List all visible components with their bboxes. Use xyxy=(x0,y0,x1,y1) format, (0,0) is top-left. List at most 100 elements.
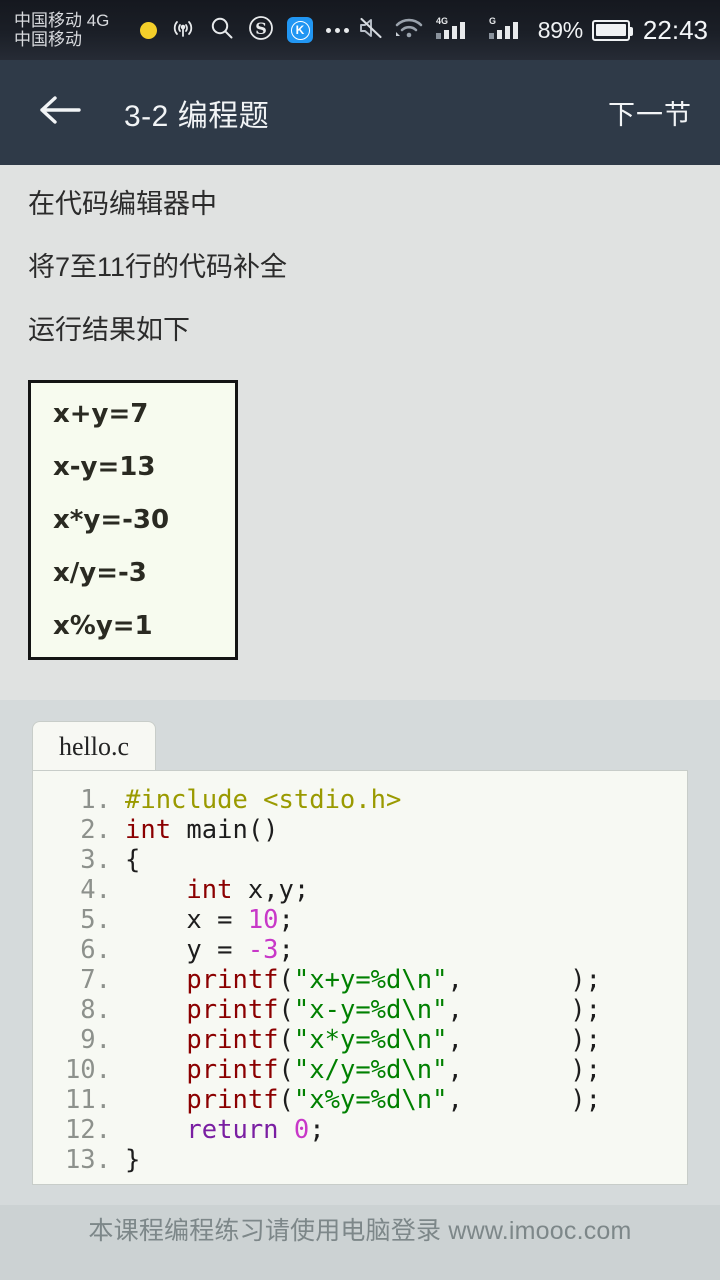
instruction-line-2: 将7至11行的代码补全 xyxy=(28,252,288,282)
code-token: #include <stdio.h> xyxy=(125,785,402,815)
code-text: return 0; xyxy=(125,1115,687,1145)
code-text: x = 10; xyxy=(125,905,687,935)
code-token: return xyxy=(186,1115,279,1145)
wifi-broadcast-icon xyxy=(170,16,196,45)
svg-text:4G: 4G xyxy=(436,16,448,26)
line-number: 8. xyxy=(80,995,111,1025)
page-title: 3-2 编程题 xyxy=(124,99,270,133)
code-token: ; xyxy=(309,1115,325,1145)
code-line[interactable]: 13.} xyxy=(33,1145,687,1175)
code-token: int xyxy=(125,815,172,845)
output-line: x%y=1 xyxy=(53,611,153,641)
line-number: 7. xyxy=(80,965,111,995)
k-app-label: K xyxy=(290,20,310,40)
code-line[interactable]: 9. printf("x*y=%d\n", ); xyxy=(33,1025,687,1055)
code-token: printf xyxy=(186,1025,279,1055)
code-token: , ); xyxy=(447,1055,601,1085)
code-text: printf("x%y=%d\n", ); xyxy=(125,1085,687,1115)
code-text: printf("x/y=%d\n", ); xyxy=(125,1055,687,1085)
more-icon xyxy=(326,27,349,33)
tab-hello-c[interactable]: hello.c xyxy=(32,721,157,770)
output-line: x/y=-3 xyxy=(53,558,147,588)
code-line[interactable]: 6. y = -3; xyxy=(33,935,687,965)
battery-icon xyxy=(591,19,633,41)
code-token: , ); xyxy=(447,995,601,1025)
line-number: 6. xyxy=(80,935,111,965)
signal-4g-icon: 4G xyxy=(434,15,478,46)
yellow-dot-icon xyxy=(140,21,157,39)
code-token: "x%y=%d\n" xyxy=(293,1085,448,1115)
line-number: 1. xyxy=(80,785,111,815)
status-bar: 中国移动 4G 中国移动 S K 4G G 89% 22:43 xyxy=(0,0,720,60)
output-line: x+y=7 xyxy=(53,399,149,429)
code-token: int xyxy=(186,875,233,905)
battery-percent-label: 89% xyxy=(537,16,583,43)
code-editor-panel: hello.c 1. #include <stdio.h> 2. int main()… xyxy=(0,700,720,1205)
code-token: } xyxy=(125,1145,141,1175)
code-line[interactable]: 1. #include <stdio.h> xyxy=(33,785,687,815)
code-line[interactable]: 11. printf("x%y=%d\n", ); xyxy=(33,1085,687,1115)
line-number: 2. xyxy=(80,815,111,845)
back-arrow-icon xyxy=(37,93,83,132)
editor-tab-bar: hello.c xyxy=(32,714,688,770)
code-token: 0 xyxy=(293,1115,310,1145)
code-token: 10 xyxy=(247,905,279,935)
code-token: printf xyxy=(186,1055,279,1085)
code-view[interactable]: 1. #include <stdio.h> 2. int main() 3. {4. in… xyxy=(32,770,688,1185)
sogou-icon: S xyxy=(248,15,274,46)
line-number: 13. xyxy=(64,1145,111,1175)
line-number: 11. xyxy=(64,1085,111,1115)
carrier-label: 中国移动 4G 中国移动 xyxy=(14,11,132,49)
code-text: printf("x*y=%d\n", ); xyxy=(125,1025,687,1055)
code-token: ( xyxy=(278,995,294,1025)
output-line: x-y=13 xyxy=(53,452,156,482)
code-line[interactable]: 12. return 0; xyxy=(33,1115,687,1145)
app-header: 3-2 编程题 下一节 xyxy=(0,60,720,165)
code-line[interactable]: 10. printf("x/y=%d\n", ); xyxy=(33,1055,687,1085)
code-token: -3 xyxy=(247,935,279,965)
search-icon xyxy=(209,15,235,46)
code-line[interactable]: 2. int main() xyxy=(33,815,687,845)
code-text: } xyxy=(125,1145,687,1175)
line-number: 10. xyxy=(64,1055,111,1085)
footer-text: 本课程编程练习请使用电脑登录 www.imooc.com xyxy=(88,1217,632,1245)
code-line[interactable]: 4. int x,y; xyxy=(33,875,687,905)
code-token: , ); xyxy=(447,965,601,995)
carrier-line-1: 中国移动 4G xyxy=(14,10,110,30)
next-section-button[interactable]: 下一节 xyxy=(608,93,692,132)
code-text: #include <stdio.h> xyxy=(125,785,687,815)
code-token: x = xyxy=(125,905,248,935)
status-right-group: 4G G 89% 22:43 xyxy=(358,15,708,46)
carrier-line-2: 中国移动 xyxy=(14,30,82,49)
code-line[interactable]: 5. x = 10; xyxy=(33,905,687,935)
instruction-line-1: 在代码编辑器中 xyxy=(28,189,217,219)
status-icon-group: S K xyxy=(140,15,349,46)
code-text: printf("x-y=%d\n", ); xyxy=(125,995,687,1025)
code-token: ; xyxy=(278,935,294,965)
code-line[interactable]: 7. printf("x+y=%d\n", ); xyxy=(33,965,687,995)
instruction-line-3: 运行结果如下 xyxy=(28,315,190,345)
mute-icon xyxy=(358,16,384,45)
line-number: 3. xyxy=(80,845,111,875)
code-token: { xyxy=(125,845,141,875)
code-lines: 1. #include <stdio.h> 2. int main() 3. {4. in… xyxy=(33,785,687,1175)
code-text: { xyxy=(125,845,687,875)
code-token: "x-y=%d\n" xyxy=(293,995,448,1025)
code-token: y = xyxy=(125,935,248,965)
code-line[interactable]: 3. { xyxy=(33,845,687,875)
code-token: ( xyxy=(278,965,294,995)
code-token: printf xyxy=(186,1085,279,1115)
code-token: printf xyxy=(186,965,279,995)
code-text: int main() xyxy=(125,815,687,845)
code-text: int x,y; xyxy=(125,875,687,905)
back-button[interactable] xyxy=(34,87,86,139)
svg-text:G: G xyxy=(489,16,496,26)
code-line[interactable]: 8. printf("x-y=%d\n", ); xyxy=(33,995,687,1025)
